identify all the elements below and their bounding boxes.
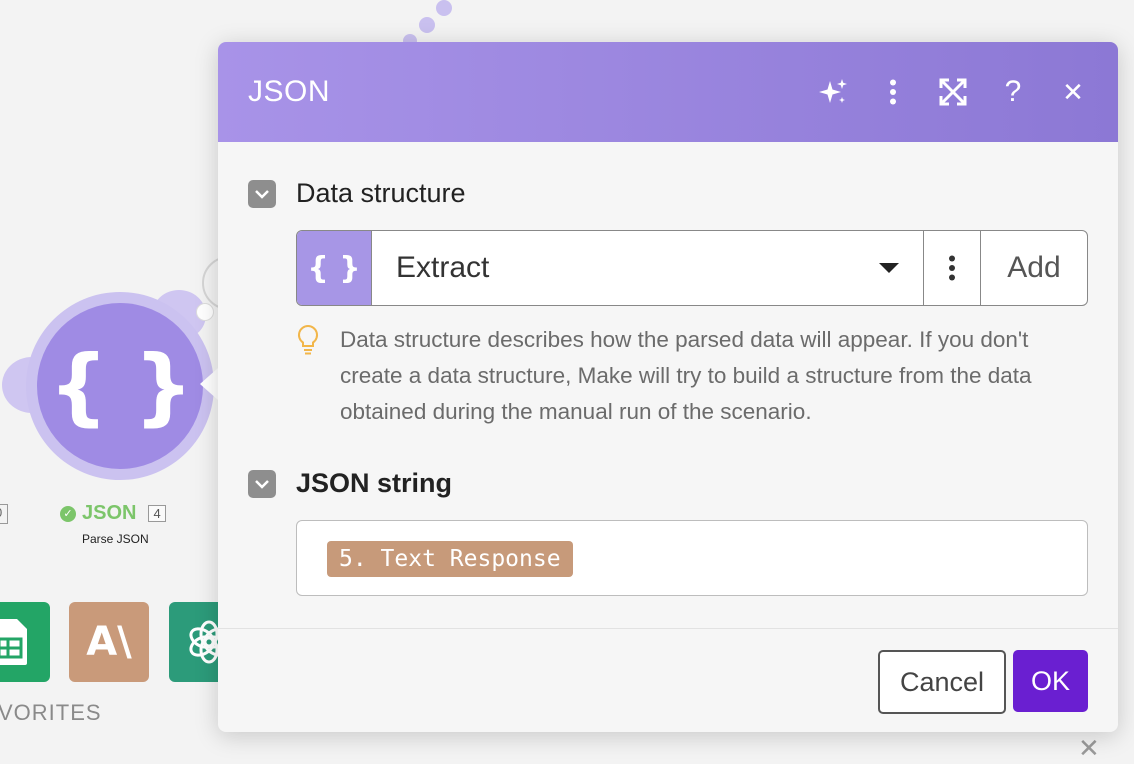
module-name: JSON (82, 502, 137, 524)
json-string-input[interactable]: 5. Text Response (296, 520, 1088, 596)
close-icon[interactable]: ✕ (1078, 733, 1100, 764)
more-vertical-icon (949, 255, 955, 281)
connector-dot (419, 17, 435, 33)
footer-divider (218, 628, 1118, 629)
data-structure-field: { } Extract Add (296, 230, 1088, 306)
help-icon[interactable]: ? (998, 75, 1028, 108)
curly-braces-icon: { } (297, 231, 371, 305)
dialog-title: JSON (248, 75, 331, 108)
header-actions: ? ✕ (818, 75, 1088, 108)
hint-text: Data structure describes how the parsed … (340, 327, 1032, 424)
sheets-icon (0, 619, 27, 665)
anthropic-icon: A\ (86, 619, 132, 665)
module-id-badge-left: 0 (0, 504, 8, 524)
connector-dot (436, 0, 452, 16)
sheets-app-tile[interactable] (0, 602, 50, 682)
close-icon[interactable]: ✕ (1058, 77, 1088, 107)
json-module-node[interactable]: { } (26, 292, 214, 480)
data-structure-selected: Extract (396, 251, 490, 284)
collapse-toggle-data-structure[interactable] (248, 180, 276, 208)
json-string-label: JSON string (296, 468, 453, 498)
chevron-down-icon (255, 480, 269, 489)
data-structure-select[interactable]: Extract (371, 231, 923, 305)
more-vertical-icon[interactable] (878, 77, 908, 107)
expand-icon[interactable] (938, 77, 968, 107)
curly-braces-icon: { } (37, 303, 203, 469)
anthropic-app-tile[interactable]: A\ (69, 602, 149, 682)
data-structure-hint: Data structure describes how the parsed … (296, 322, 1086, 430)
module-handle[interactable] (196, 303, 214, 321)
dialog-header: JSON ? ✕ (218, 42, 1118, 142)
module-subtitle: Parse JSON (82, 532, 149, 546)
cancel-button[interactable]: Cancel (878, 650, 1006, 714)
collapse-toggle-json-string[interactable] (248, 470, 276, 498)
module-label: ✓ JSON 4 (60, 502, 190, 525)
mapped-value-pill[interactable]: 5. Text Response (327, 541, 573, 577)
data-structure-label: Data structure (296, 178, 466, 208)
caret-down-icon (879, 263, 899, 273)
check-circle-icon: ✓ (60, 505, 76, 522)
json-module-dialog: JSON ? ✕ Data structure {} Extract Add … (218, 42, 1118, 732)
lightbulb-icon (297, 324, 319, 355)
ai-sparkle-icon[interactable] (818, 77, 848, 107)
data-structure-more-button[interactable] (923, 231, 980, 305)
chevron-down-icon (255, 190, 269, 199)
ok-button[interactable]: OK (1013, 650, 1088, 712)
module-pointer (200, 368, 218, 400)
module-id-badge: 4 (148, 505, 166, 522)
add-data-structure-button[interactable]: Add (980, 231, 1087, 305)
favorites-label: VORITES (0, 700, 102, 725)
